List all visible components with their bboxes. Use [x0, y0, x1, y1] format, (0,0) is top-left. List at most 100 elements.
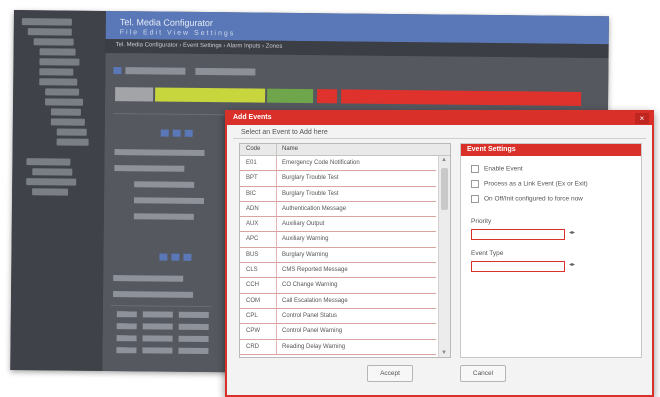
tree-item[interactable] [32, 188, 69, 196]
list-item[interactable]: BIC Burglary Trouble Test [240, 186, 436, 202]
table-cell [133, 213, 194, 220]
nav-button[interactable] [171, 253, 180, 261]
list-item[interactable]: BUS Burglary Warning [240, 247, 436, 264]
nav-button[interactable] [184, 129, 193, 137]
table-cell [116, 347, 137, 354]
list-item[interactable]: CPL Control Panel Status [240, 308, 436, 325]
nav-button[interactable] [172, 129, 181, 137]
column-divider [276, 171, 277, 186]
event-code: APC [246, 236, 259, 243]
text-field[interactable] [125, 67, 186, 75]
tree-item[interactable] [27, 28, 72, 36]
accept-button[interactable]: Accept [367, 365, 413, 382]
force-now-checkbox[interactable]: On Off/Init configured to force now [471, 195, 583, 203]
table-cell [178, 323, 209, 331]
table-cell [178, 347, 209, 355]
column-divider[interactable] [276, 144, 277, 155]
list-item[interactable]: CPW Control Panel Warning [240, 324, 436, 340]
checkbox-box[interactable] [471, 165, 479, 173]
text-field[interactable] [195, 67, 256, 76]
tree-item[interactable] [56, 128, 87, 136]
list-item[interactable]: CLS CMS Reported Message [240, 263, 436, 279]
tree-item[interactable] [39, 58, 80, 66]
event-list[interactable]: Code Name E01 Emergency Code Notification… [239, 143, 451, 358]
event-rows: E01 Emergency Code Notification BPT Burglar… [240, 156, 436, 355]
list-item[interactable]: BPT Burglary Trouble Test [240, 171, 436, 187]
table-cell [114, 165, 185, 172]
checkbox-box[interactable] [471, 195, 479, 203]
tree-item[interactable] [45, 98, 84, 106]
tree-item[interactable] [39, 68, 74, 76]
column-header-name[interactable]: Name [282, 146, 298, 152]
priority-spinner-icon[interactable]: ◂▸ [567, 229, 577, 238]
cancel-button[interactable]: Cancel [460, 365, 506, 382]
scrollbar-thumb[interactable] [441, 168, 448, 210]
column-divider [276, 324, 277, 339]
column-divider [276, 308, 277, 324]
tree-item[interactable] [39, 48, 76, 56]
nav-button[interactable] [183, 253, 192, 261]
status-cell [317, 89, 338, 104]
panel-header: Event Settings [461, 144, 641, 156]
table-cell [142, 335, 173, 342]
column-header-code[interactable]: Code [246, 146, 260, 152]
event-code: CLS [246, 267, 258, 274]
event-name: Burglary Warning [282, 251, 329, 258]
status-cell [115, 87, 154, 102]
column-divider [276, 186, 277, 201]
tree-item[interactable] [45, 88, 80, 96]
event-code: CCH [246, 282, 259, 289]
tree-item[interactable] [21, 18, 72, 26]
enable-event-checkbox[interactable]: Enable Event [471, 165, 523, 173]
tree-item[interactable] [33, 38, 74, 46]
tree-item[interactable] [56, 138, 89, 146]
event-name: Auxiliary Warning [282, 236, 329, 243]
table-cell [113, 275, 184, 282]
nav-button[interactable] [160, 129, 169, 137]
tree-item[interactable] [39, 78, 78, 86]
status-cell [267, 88, 314, 104]
tree-item[interactable] [26, 178, 77, 186]
tree-item[interactable] [26, 158, 71, 166]
checkbox-box[interactable] [471, 180, 479, 188]
list-item[interactable]: COM Call Escalation Message [240, 293, 436, 309]
navigation-tree[interactable] [10, 10, 107, 371]
close-icon[interactable]: × [635, 113, 649, 124]
app-menu-bar[interactable]: File Edit View Settings [120, 29, 236, 37]
event-code: E01 [246, 160, 257, 166]
tree-item[interactable] [32, 168, 73, 176]
column-divider [276, 339, 277, 354]
priority-label: Priority [471, 218, 492, 225]
event-type-spinner-icon[interactable]: ◂▸ [567, 261, 577, 270]
nav-button[interactable] [159, 253, 168, 261]
checkbox-label: Enable Event [484, 165, 523, 173]
toggle-button[interactable] [113, 67, 122, 75]
link-event-checkbox[interactable]: Process as a Link Event (Ex or Exit) [471, 180, 588, 188]
column-divider [276, 263, 277, 278]
list-scrollbar[interactable]: ▲ ▼ [438, 156, 450, 357]
scroll-up-icon[interactable]: ▲ [441, 157, 447, 163]
table-cell [116, 335, 137, 342]
tree-item[interactable] [50, 118, 85, 126]
list-item[interactable]: AUX Auxiliary Output [240, 217, 436, 233]
breadcrumb[interactable]: Tel. Media Configurator › Event Settings… [116, 42, 283, 50]
list-item[interactable]: CCH CO Change Warning [240, 278, 436, 294]
priority-input[interactable] [471, 229, 565, 240]
table-cell [142, 311, 173, 318]
column-divider [276, 293, 277, 308]
tree-item[interactable] [50, 108, 81, 116]
list-item[interactable]: APC Auxiliary Warning [240, 232, 436, 248]
event-type-input[interactable] [471, 261, 565, 272]
divider [233, 138, 646, 139]
dialog-titlebar[interactable]: Add Events × [227, 112, 652, 125]
column-divider [276, 278, 277, 293]
event-code: BUS [246, 251, 259, 258]
list-item[interactable]: ADN Authentication Message [240, 201, 436, 218]
list-item[interactable]: E01 Emergency Code Notification [240, 156, 436, 172]
table-cell [116, 323, 137, 330]
event-name: Reading Delay Warning [282, 343, 346, 350]
scroll-down-icon[interactable]: ▼ [441, 350, 447, 356]
event-code: AUX [246, 221, 259, 228]
event-name: Call Escalation Message [282, 297, 348, 304]
list-item[interactable]: CRD Reading Delay Warning [240, 339, 436, 355]
